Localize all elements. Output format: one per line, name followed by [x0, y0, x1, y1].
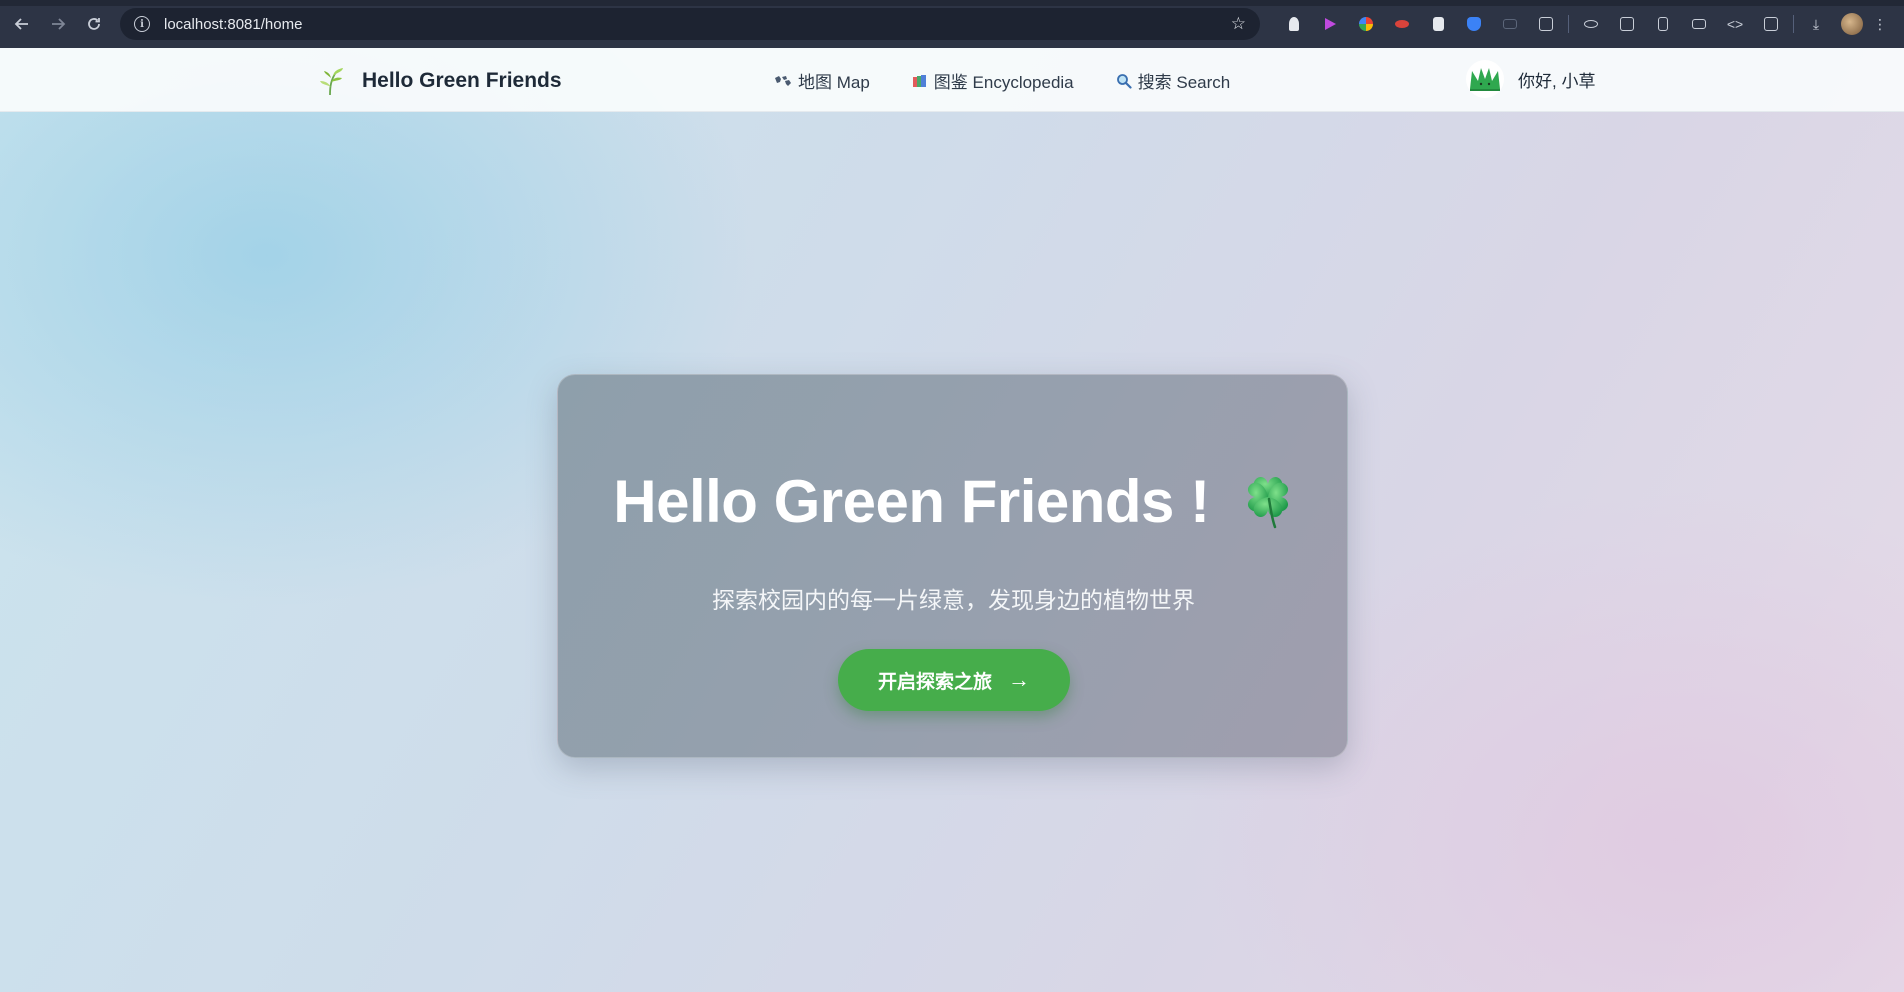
back-arrow-icon [14, 18, 28, 30]
seedling-icon [320, 68, 343, 96]
profile-avatar[interactable] [1834, 10, 1870, 38]
extension-a-icon[interactable] [1276, 10, 1312, 38]
extension-play-icon[interactable] [1312, 10, 1348, 38]
brand-name: Hello Green Friends [362, 69, 562, 92]
nav-link-search-label: 搜索 Search [1137, 73, 1231, 92]
extension-doc-icon[interactable] [1420, 10, 1456, 38]
tab-strip [0, 0, 1904, 6]
extension-shield-icon[interactable] [1456, 10, 1492, 38]
reload-icon [88, 18, 100, 30]
forward-arrow-icon [52, 18, 66, 30]
hero-title-row: Hello Green Friends ! [558, 467, 1349, 536]
extension-circle-icon[interactable] [1348, 10, 1384, 38]
toolbar-divider-2 [1793, 15, 1794, 33]
nav-link-encyclopedia[interactable]: 图鉴 Encyclopedia [912, 68, 1074, 93]
menu-kebab-icon[interactable]: ⋮ [1870, 10, 1890, 38]
bookmark-star-icon[interactable]: ☆ [1231, 14, 1246, 34]
nav-link-encyclopedia-label: 图鉴 Encyclopedia [933, 73, 1074, 92]
extension-monitor-icon[interactable] [1492, 10, 1528, 38]
user-greeting: 你好, 小草 [1518, 71, 1596, 91]
browser-toolbar: i localhost:8081/home ☆ <> ⤓ ⋮ [0, 0, 1904, 48]
nav-link-search[interactable]: 搜索 Search [1116, 68, 1231, 93]
reload-button[interactable] [80, 10, 108, 38]
hero-card: Hello Green Friends ! 探索校园内的每一片绿意，发现身边的植… [557, 374, 1348, 758]
start-exploring-label: 开启探索之旅 [877, 671, 992, 693]
url-text: localhost:8081/home [164, 15, 303, 33]
toolbar-divider [1568, 15, 1569, 33]
hero-title: Hello Green Friends ! [613, 468, 1210, 535]
site-info-icon[interactable]: i [134, 16, 150, 32]
address-bar[interactable]: i localhost:8081/home ☆ [120, 8, 1260, 40]
user-avatar[interactable] [1466, 60, 1504, 98]
brand[interactable]: Hello Green Friends [316, 66, 562, 96]
nav-links: 地图 Map 图鉴 Encyclopedia 搜索 Search [774, 68, 1272, 93]
reading-list-icon[interactable] [1609, 10, 1645, 38]
grass-avatar-icon [1470, 68, 1500, 91]
back-button[interactable] [8, 10, 36, 38]
magnifier-icon [1116, 73, 1132, 89]
print-icon[interactable] [1681, 10, 1717, 38]
trash-icon[interactable] [1645, 10, 1681, 38]
side-panel-icon[interactable] [1753, 10, 1789, 38]
download-icon[interactable]: ⤓ [1798, 10, 1834, 38]
extension-icons: <> ⤓ ⋮ [1276, 10, 1890, 38]
world-map-icon [775, 75, 791, 86]
page-background: Hello Green Friends 地图 Map 图鉴 Encycloped… [0, 48, 1904, 992]
nav-link-map[interactable]: 地图 Map [774, 68, 870, 93]
extension-red-icon[interactable] [1384, 10, 1420, 38]
nav-link-map-label: 地图 Map [798, 73, 870, 92]
top-navigation: Hello Green Friends 地图 Map 图鉴 Encycloped… [0, 48, 1904, 112]
extensions-puzzle-icon[interactable] [1528, 10, 1564, 38]
devtools-code-icon[interactable]: <> [1717, 10, 1753, 38]
hero-subtitle: 探索校园内的每一片绿意，发现身边的植物世界 [712, 587, 1195, 613]
books-icon [912, 74, 926, 87]
forward-button[interactable] [44, 10, 72, 38]
start-exploring-button[interactable]: 开启探索之旅 → [838, 649, 1070, 711]
user-menu[interactable]: 你好, 小草 [1466, 60, 1595, 98]
arrow-right-icon: → [1008, 667, 1030, 692]
incognito-icon[interactable] [1573, 10, 1609, 38]
four-leaf-clover-icon [1247, 477, 1288, 529]
